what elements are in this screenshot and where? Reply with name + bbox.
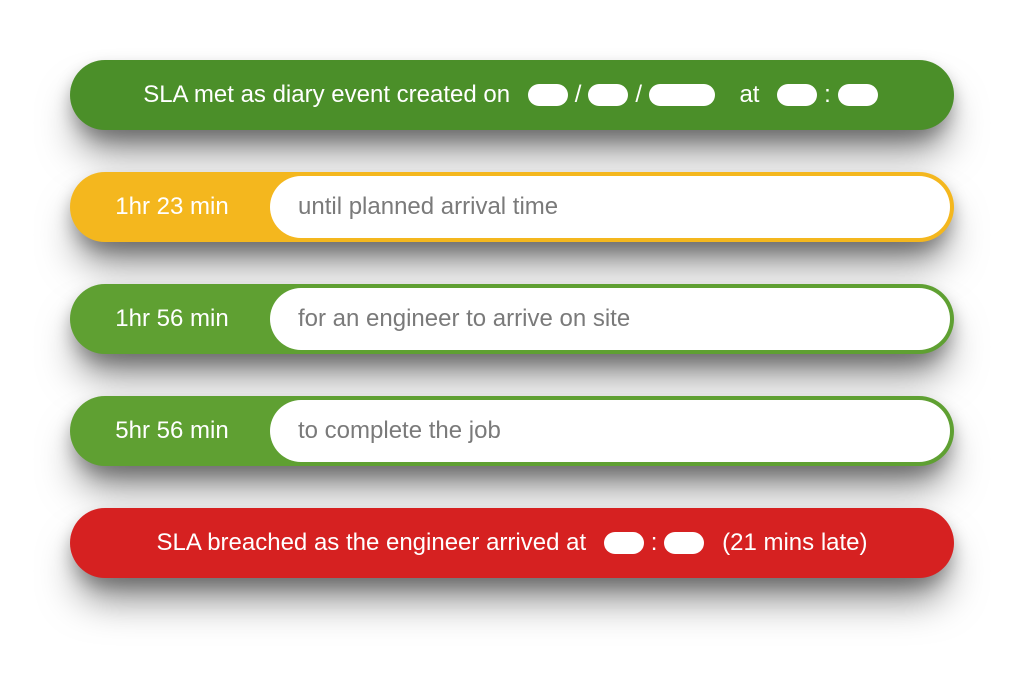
sla-breached-banner: SLA breached as the engineer arrived at …	[70, 508, 954, 578]
sla-met-banner: SLA met as diary event created on / / at…	[70, 60, 954, 130]
breach-hour-placeholder	[604, 532, 644, 554]
time-value: 5hr 56 min	[115, 417, 228, 445]
breach-min-placeholder	[664, 532, 704, 554]
countdown-row-arrival: 1hr 23 min until planned arrival time	[70, 172, 954, 242]
breach-time-sep: :	[651, 529, 658, 557]
time-sep: :	[824, 81, 831, 109]
time-badge: 1hr 56 min	[74, 288, 270, 350]
time-badge: 5hr 56 min	[74, 400, 270, 462]
sla-met-prefix: SLA met as diary event created on	[143, 81, 510, 109]
time-badge: 1hr 23 min	[74, 176, 270, 238]
countdown-row-engineer: 1hr 56 min for an engineer to arrive on …	[70, 284, 954, 354]
sla-breached-text: SLA breached as the engineer arrived at …	[156, 529, 867, 557]
time-value: 1hr 56 min	[115, 305, 228, 333]
date-sep-2: /	[635, 81, 642, 109]
desc-text: for an engineer to arrive on site	[298, 305, 630, 333]
desc-section: until planned arrival time	[270, 176, 950, 238]
desc-section: to complete the job	[270, 400, 950, 462]
sla-breached-suffix: (21 mins late)	[722, 529, 867, 557]
desc-text: until planned arrival time	[298, 193, 558, 221]
time-value: 1hr 23 min	[115, 193, 228, 221]
date-month-placeholder	[588, 84, 628, 106]
date-sep-1: /	[575, 81, 582, 109]
desc-text: to complete the job	[298, 417, 501, 445]
sla-met-text: SLA met as diary event created on / / at…	[143, 81, 881, 109]
date-year-placeholder	[649, 84, 715, 106]
at-label: at	[739, 81, 759, 109]
sla-breached-prefix: SLA breached as the engineer arrived at	[156, 529, 586, 557]
date-day-placeholder	[528, 84, 568, 106]
desc-section: for an engineer to arrive on site	[270, 288, 950, 350]
countdown-row-complete: 5hr 56 min to complete the job	[70, 396, 954, 466]
time-min-placeholder	[838, 84, 878, 106]
time-hour-placeholder	[777, 84, 817, 106]
